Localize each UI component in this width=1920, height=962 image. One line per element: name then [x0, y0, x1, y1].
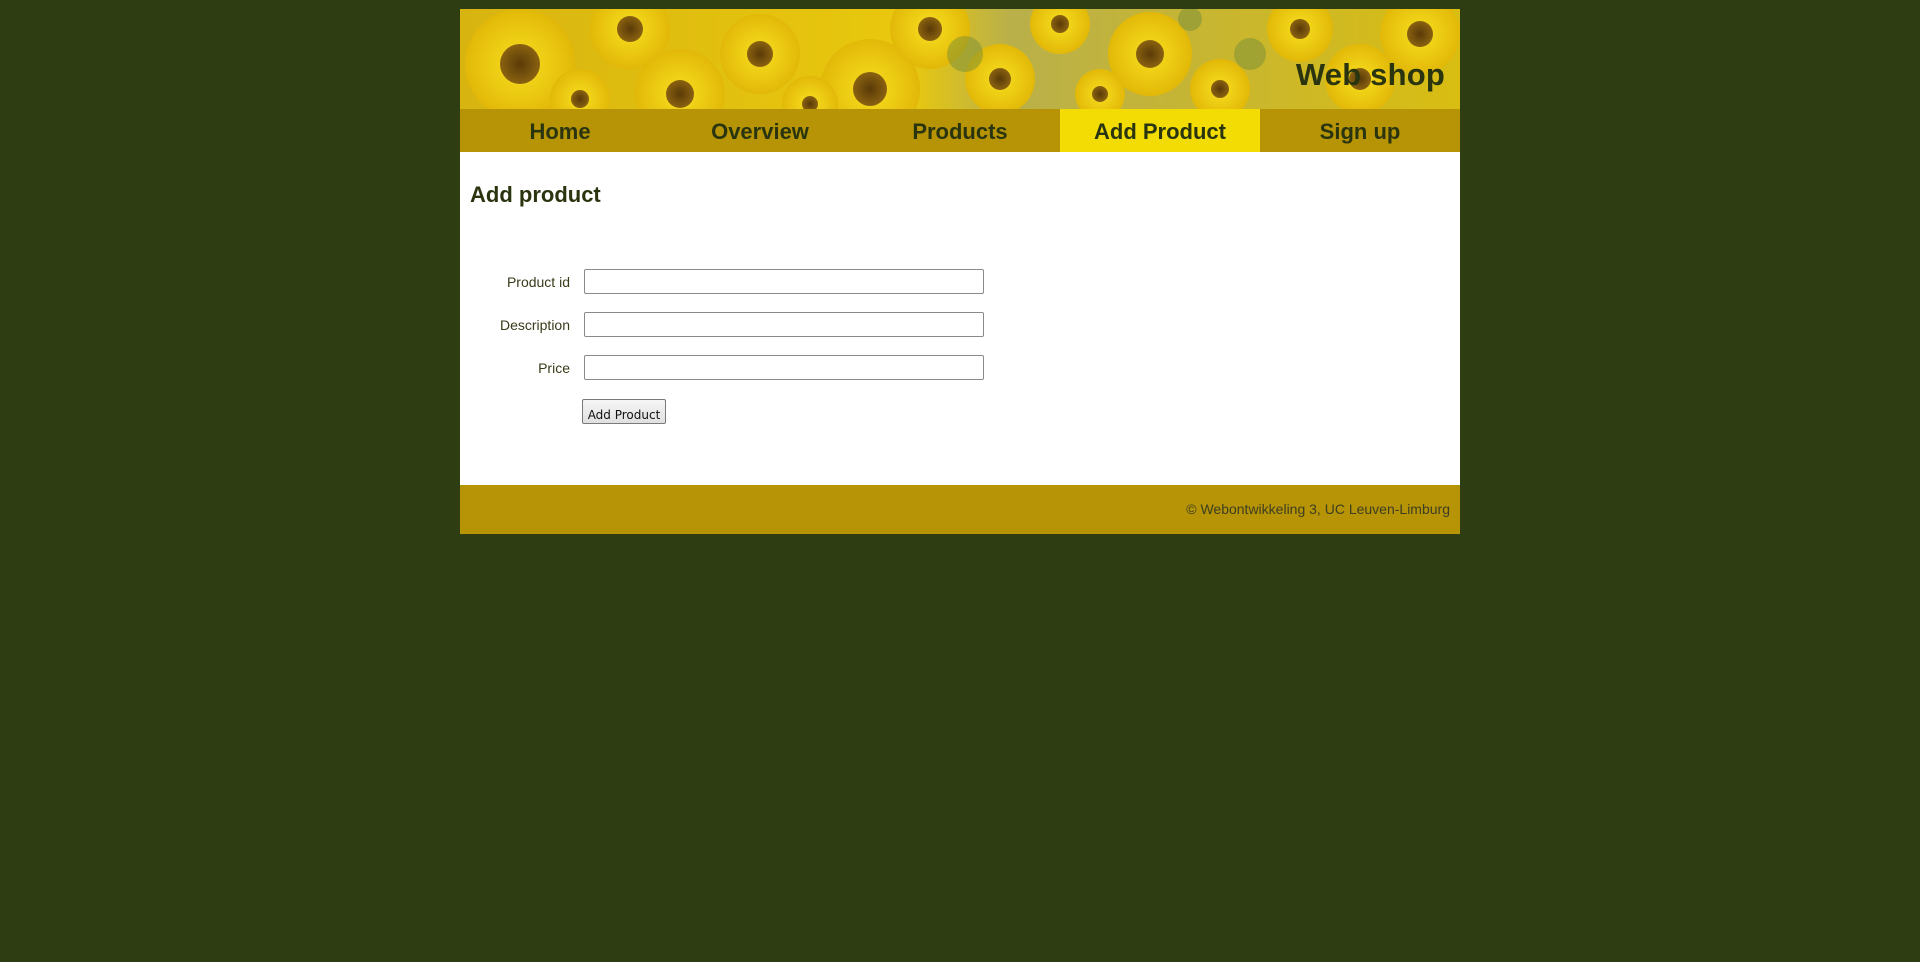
nav-item-add-product[interactable]: Add Product [1060, 109, 1260, 152]
main-content: Add product Product id Description Price… [460, 152, 1460, 485]
price-input[interactable] [584, 355, 984, 380]
nav-item-overview[interactable]: Overview [660, 109, 860, 152]
page-container: Web shop Home Overview Products Add Prod… [460, 9, 1460, 534]
footer-copyright: © Webontwikkeling 3, UC Leuven-Limburg [1186, 501, 1450, 517]
nav-item-sign-up[interactable]: Sign up [1260, 109, 1460, 152]
add-product-button[interactable]: Add Product [582, 399, 666, 424]
product-id-input[interactable] [584, 269, 984, 294]
main-nav: Home Overview Products Add Product Sign … [460, 109, 1460, 152]
page-title: Add product [470, 182, 601, 207]
nav-item-home[interactable]: Home [460, 109, 660, 152]
footer: © Webontwikkeling 3, UC Leuven-Limburg [460, 485, 1460, 534]
description-input[interactable] [584, 312, 984, 337]
product-id-label: Product id [506, 274, 570, 290]
description-label: Description [499, 317, 570, 333]
site-title: Web shop [1295, 57, 1445, 92]
nav-item-products[interactable]: Products [860, 109, 1060, 152]
price-label: Price [538, 360, 570, 376]
header-banner: Web shop [460, 9, 1460, 109]
